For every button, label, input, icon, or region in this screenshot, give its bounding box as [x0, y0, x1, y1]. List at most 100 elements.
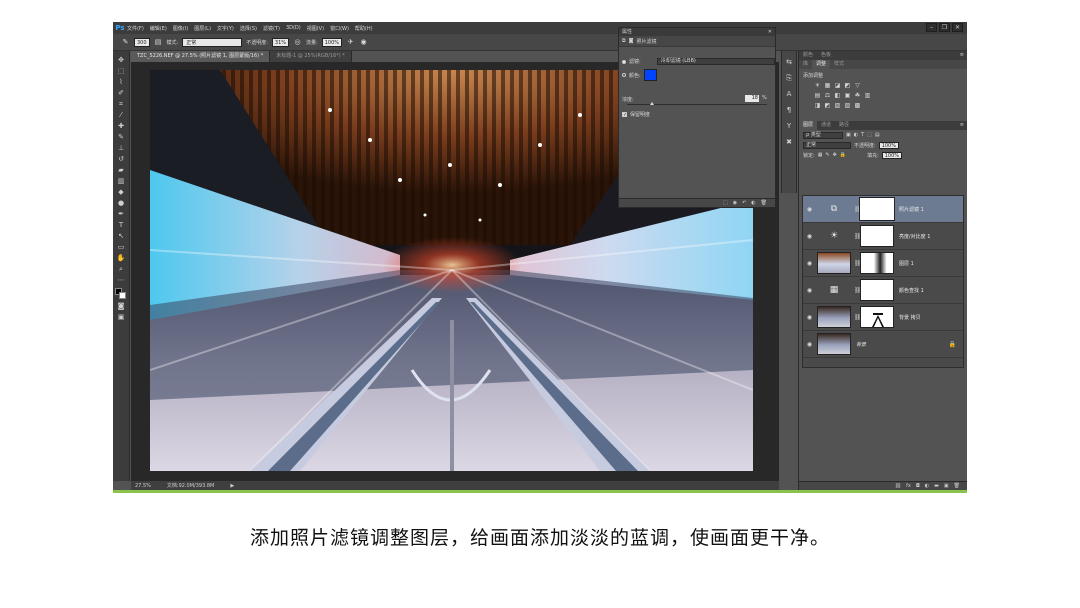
lasso-tool-icon[interactable]: ⌇ [116, 77, 127, 87]
brush-size-field[interactable]: 300 [134, 37, 150, 47]
delete-adjustment-icon[interactable]: 🗑 [761, 200, 767, 206]
eraser-tool-icon[interactable]: ▰ [116, 165, 127, 175]
lock-transparent-icon[interactable]: ▦ [818, 152, 823, 158]
blur-tool-icon[interactable]: ◆ [116, 187, 127, 197]
layer-name[interactable]: 亮度/对比度 1 [899, 233, 930, 240]
zoom-tool-icon[interactable]: ⌕ [116, 264, 127, 274]
marquee-tool-icon[interactable]: ⬚ [116, 66, 127, 76]
pressure-opacity-icon[interactable]: ◎ [293, 38, 302, 47]
tab-color[interactable]: 颜色 [799, 51, 817, 60]
mode-select[interactable]: 正常 [182, 37, 243, 47]
layer-row[interactable]: ◉ ▦ ⛓ 颜色查找 1 [803, 277, 963, 304]
reset-icon[interactable]: ↶ [742, 200, 746, 206]
fx-icon[interactable]: fx [906, 483, 911, 489]
layer-name[interactable]: 背景 [856, 341, 866, 348]
menu-window[interactable]: 窗口(W) [330, 25, 349, 32]
tab-swatches[interactable]: 色板 [817, 51, 835, 60]
eyedropper-tool-icon[interactable]: ⁄ [116, 110, 127, 120]
curves-icon[interactable]: ◪ [834, 82, 841, 89]
properties-close-icon[interactable]: ✕ [768, 28, 772, 36]
dodge-tool-icon[interactable]: ● [116, 198, 127, 208]
filter-smart-icon[interactable]: ▤ [875, 132, 880, 138]
layer-mask-thumb[interactable] [860, 225, 894, 247]
layer-row[interactable]: ◉ ⧉ ⛓ 照片滤镜 1 [803, 196, 963, 223]
filter-color-swatch[interactable] [643, 69, 657, 81]
close-button[interactable]: ✕ [952, 23, 963, 32]
delete-layer-icon[interactable]: 🗑 [954, 483, 960, 489]
gradient-tool-icon[interactable]: ▥ [116, 176, 127, 186]
link-layers-icon[interactable]: ⛓ [895, 483, 901, 489]
pen-tool-icon[interactable]: ✒ [116, 209, 127, 219]
menu-3d[interactable]: 3D(D) [286, 25, 301, 31]
menu-filter[interactable]: 滤镜(T) [263, 25, 280, 32]
brush-tool-icon[interactable]: ✎ [116, 132, 127, 142]
status-menu-arrow[interactable]: ▶ [230, 483, 234, 489]
minimize-button[interactable]: – [926, 23, 937, 32]
clip-to-layer-icon[interactable]: ⬚ [723, 200, 728, 206]
rectangle-tool-icon[interactable]: ▭ [116, 242, 127, 252]
menu-type[interactable]: 文字(Y) [217, 25, 234, 32]
black-white-icon[interactable]: ◧ [834, 92, 841, 99]
menu-help[interactable]: 帮助(H) [355, 25, 373, 32]
layer-row[interactable]: ◉ ⛓ 图层 1 [803, 250, 963, 277]
gradient-map-icon[interactable]: ▨ [844, 102, 851, 109]
paragraph-panel-icon[interactable]: ¶ [784, 105, 794, 115]
brush-tool-icon[interactable]: ✎ [121, 38, 130, 47]
color-swatches[interactable] [115, 288, 127, 300]
restore-button[interactable]: ❐ [939, 23, 950, 32]
tool-presets-icon[interactable]: ✖ [784, 137, 794, 147]
menu-image[interactable]: 图像(I) [173, 25, 188, 32]
layers-menu-icon[interactable]: ≡ [960, 121, 964, 130]
menu-file[interactable]: 文件(F) [127, 25, 144, 32]
layer-name[interactable]: 颜色查找 1 [899, 287, 924, 294]
layer-mask-thumb[interactable] [860, 279, 894, 301]
tab-layers[interactable]: 图层 [799, 121, 818, 130]
lock-all-icon[interactable]: 🔒 [840, 152, 846, 158]
layer-row[interactable]: ◉ ⛓ 背景 拷贝 [803, 304, 963, 331]
filter-type-icon[interactable]: T [861, 132, 864, 138]
threshold-icon[interactable]: ▧ [834, 102, 841, 109]
preserve-luminosity-checkbox[interactable]: ✓ [622, 112, 627, 118]
lock-position-icon[interactable]: ✥ [833, 152, 837, 158]
layer-mask-thumb[interactable] [860, 252, 894, 274]
eye-icon[interactable]: ◉ [806, 206, 813, 213]
tab-paths[interactable]: 路径 [835, 121, 853, 130]
opacity-field[interactable]: 31% [271, 37, 290, 47]
actions-panel-icon[interactable]: ⎘ [784, 73, 794, 83]
eye-icon[interactable]: ◉ [806, 341, 813, 348]
tab-styles[interactable]: 样式 [830, 60, 848, 69]
view-previous-icon[interactable]: ◉ [733, 200, 737, 206]
tab-libraries[interactable]: 库 [799, 60, 812, 69]
tab-tzc5226[interactable]: TZC_5226.NEF @ 27.5% (照片滤镜 1, 图层蒙版/16) * [131, 51, 271, 62]
levels-icon[interactable]: ▦ [824, 82, 831, 89]
tab-untitled-1[interactable]: 未标题-1 @ 25%(RGB/16*) * [270, 51, 352, 62]
move-tool-icon[interactable]: ✥ [116, 55, 127, 65]
color-balance-icon[interactable]: ⚖ [824, 92, 831, 99]
airbrush-icon[interactable]: ✈ [346, 38, 355, 47]
photo-filter-adjust-icon[interactable]: ▣ [844, 92, 851, 99]
layer-name[interactable]: 图层 1 [899, 260, 914, 267]
exposure-icon[interactable]: ◩ [844, 82, 851, 89]
visibility-icon[interactable]: ◐ [751, 200, 755, 206]
vibrance-icon[interactable]: ▽ [854, 82, 861, 89]
posterize-icon[interactable]: ◩ [824, 102, 831, 109]
add-mask-icon[interactable]: ◘ [916, 483, 920, 489]
hand-tool-icon[interactable]: ✋ [116, 253, 127, 263]
menu-edit[interactable]: 编辑(E) [150, 25, 167, 32]
properties-title-bar[interactable]: 属性 ✕ [619, 28, 775, 36]
quick-mask-icon[interactable]: ◙ [116, 301, 127, 311]
pressure-size-icon[interactable]: ◉ [359, 38, 368, 47]
density-slider-track[interactable] [627, 104, 767, 105]
history-panel-icon[interactable]: ⇆ [784, 57, 794, 67]
layer-mask-thumb[interactable] [860, 306, 894, 328]
color-radio[interactable] [622, 73, 626, 77]
layer-opacity-field[interactable]: 100% [878, 141, 899, 149]
brush-panel-icon[interactable]: ▤ [154, 38, 163, 47]
path-select-tool-icon[interactable]: ↖ [116, 231, 127, 241]
background-color-swatch[interactable] [119, 292, 126, 299]
filter-radio[interactable] [622, 59, 626, 64]
fill-field[interactable]: 100% [881, 151, 903, 159]
layer-name[interactable]: 背景 拷贝 [899, 314, 921, 321]
brightness-contrast-icon[interactable]: ☀ [814, 82, 821, 89]
filter-select[interactable]: 冷却滤镜 (LBB) [656, 58, 775, 65]
